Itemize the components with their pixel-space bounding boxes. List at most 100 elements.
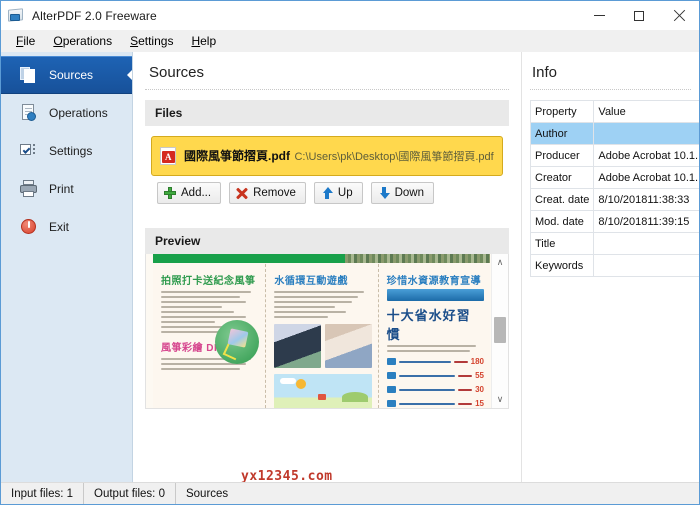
file-list-item[interactable]: A 國際風箏節摺頁.pdf C:\Users\pk\Desktop\國際風箏節摺…: [151, 136, 503, 176]
info-value-creat-date: 8/10/201811:38:33: [593, 188, 699, 211]
minimize-button[interactable]: [579, 1, 619, 30]
move-down-button[interactable]: Down: [370, 182, 434, 204]
info-property-title: Title: [529, 232, 595, 255]
scroll-down-button[interactable]: ∨: [492, 391, 508, 408]
info-property-author: Author: [529, 122, 595, 145]
arrow-down-icon: [378, 187, 390, 199]
menu-help-rest: elp: [200, 33, 217, 48]
remove-button[interactable]: Remove: [229, 182, 306, 204]
close-button[interactable]: [659, 1, 699, 30]
status-bar: Input files: 1 Output files: 0 Sources: [1, 482, 699, 504]
window-title: AlterPDF 2.0 Freeware: [32, 8, 157, 23]
info-title: Info: [532, 64, 558, 81]
page-title: Sources: [149, 64, 205, 81]
sidebar-item-print-label: Print: [49, 182, 74, 196]
table-row[interactable]: Mod. date 8/10/201811:39:15: [529, 210, 699, 233]
info-property-creat-date: Creat. date: [529, 188, 595, 211]
plus-icon: [164, 187, 176, 199]
menu-file-rest: ile: [23, 33, 36, 48]
table-row[interactable]: Creat. date 8/10/201811:38:33: [529, 188, 699, 211]
app-icon: [8, 7, 24, 24]
info-value-title: [593, 232, 699, 255]
add-button[interactable]: Add...: [157, 182, 222, 204]
sidebar-item-sources-label: Sources: [49, 68, 94, 82]
sidebar-item-operations[interactable]: Operations: [1, 94, 132, 132]
table-row[interactable]: Author: [529, 122, 699, 145]
preview-stat-row-4: 15: [386, 399, 484, 408]
maximize-button[interactable]: [619, 1, 659, 30]
preview-scrollbar[interactable]: ∧ ∨: [491, 254, 508, 408]
window-controls: [579, 1, 699, 30]
preview-col3-banner: [386, 289, 484, 301]
preview-col3-subheading: 十大省水好習慣: [386, 308, 471, 342]
table-row[interactable]: Creator Adobe Acrobat 10.1.: [529, 166, 699, 189]
sidebar-item-settings[interactable]: Settings: [1, 132, 132, 170]
info-value-creator: Adobe Acrobat 10.1.: [593, 166, 699, 189]
info-value-producer: Adobe Acrobat 10.1.: [593, 144, 699, 167]
selection-arrow-icon: [127, 70, 132, 80]
preview-photo-pair: [274, 324, 372, 368]
preview-photo-b: [324, 324, 372, 368]
menu-operations[interactable]: Operations: [44, 32, 121, 50]
move-up-button[interactable]: Up: [313, 182, 363, 204]
preview-column-3: 珍惜水資源教育宣導 十大省水好習慣 180 55 30 15: [377, 264, 490, 408]
sidebar-item-operations-label: Operations: [49, 106, 108, 120]
preview-col1-heading: 拍照打卡送紀念風箏: [161, 276, 256, 287]
pdf-file-icon: A: [160, 147, 176, 165]
preview-stat-4: 15: [475, 399, 484, 408]
page-gear-icon: [19, 103, 39, 123]
preview-stat-row-3: 30: [386, 385, 484, 394]
info-value-author: [593, 122, 699, 145]
checkbox-list-icon: [19, 141, 39, 161]
menu-settings[interactable]: Settings: [121, 32, 182, 50]
pdf-preview-canvas[interactable]: 拍照打卡送紀念風箏 風箏彩繪 DIY 水循環互動遊戲 珍惜水資源教育宣導 十大省…: [153, 254, 490, 408]
menu-operations-rest: perations: [62, 33, 113, 48]
preview-col2-text: [274, 291, 371, 318]
info-divider: [530, 89, 691, 90]
menu-help[interactable]: Help: [182, 32, 225, 50]
sidebar-item-print[interactable]: Print: [1, 170, 132, 208]
move-up-button-label: Up: [337, 187, 353, 199]
preview-col3-heading: 珍惜水資源教育宣導: [386, 276, 482, 287]
sidebar-item-sources[interactable]: Sources: [1, 56, 132, 94]
scrollbar-thumb[interactable]: [494, 316, 506, 343]
power-icon: [19, 217, 39, 237]
preview-stat-row-2: 55: [386, 371, 484, 380]
menu-file[interactable]: File: [7, 32, 44, 50]
preview-stat-1: 180: [470, 357, 484, 366]
table-row[interactable]: Title: [529, 232, 699, 255]
title-divider: [145, 89, 509, 90]
title-bar: AlterPDF 2.0 Freeware: [1, 1, 699, 30]
info-header-value: Value: [593, 100, 699, 123]
files-group-header: Files: [145, 100, 509, 126]
status-mode: Sources: [185, 487, 229, 500]
preview-photo-a: [274, 324, 321, 368]
sidebar-item-exit[interactable]: Exit: [1, 208, 132, 246]
file-path: C:\Users\pk\Desktop\國際風箏節摺頁.pdf: [294, 151, 494, 163]
sidebar-item-settings-label: Settings: [49, 144, 93, 158]
remove-button-label: Remove: [253, 187, 296, 199]
info-table-header-row: Property Value: [529, 100, 699, 123]
table-row[interactable]: Producer Adobe Acrobat 10.1.: [529, 144, 699, 167]
preview-stat-row-1: 180: [386, 357, 484, 366]
scrollbar-track[interactable]: [492, 271, 508, 391]
sidebar-item-exit-label: Exit: [49, 220, 70, 234]
status-input-files: Input files: 1: [1, 483, 85, 504]
preview-group-header: Preview: [145, 228, 509, 254]
preview-top-banner: [153, 254, 490, 263]
info-header-property: Property: [529, 100, 595, 123]
move-down-button-label: Down: [394, 187, 424, 199]
add-button-label: Add...: [181, 187, 212, 199]
status-output-files: Output files: 0: [84, 483, 176, 504]
files-toolbar: Add... Remove Up Down: [151, 176, 503, 214]
application-window: AlterPDF 2.0 Freeware File Operations Se…: [0, 0, 700, 505]
info-table: Property Value Author Producer Adobe Acr…: [529, 100, 699, 277]
preview-col2-heading: 水循環互動遊戲: [274, 276, 348, 287]
sidebar: Sources Operations Settings Print Exit: [1, 52, 133, 482]
table-row[interactable]: Keywords: [529, 254, 699, 277]
info-pane: Info Property Value Author Producer Adob…: [521, 52, 699, 482]
printer-icon: [19, 179, 39, 199]
preview-stat-3: 30: [475, 385, 484, 394]
scroll-up-button[interactable]: ∧: [492, 254, 508, 271]
arrow-up-icon: [321, 187, 333, 199]
